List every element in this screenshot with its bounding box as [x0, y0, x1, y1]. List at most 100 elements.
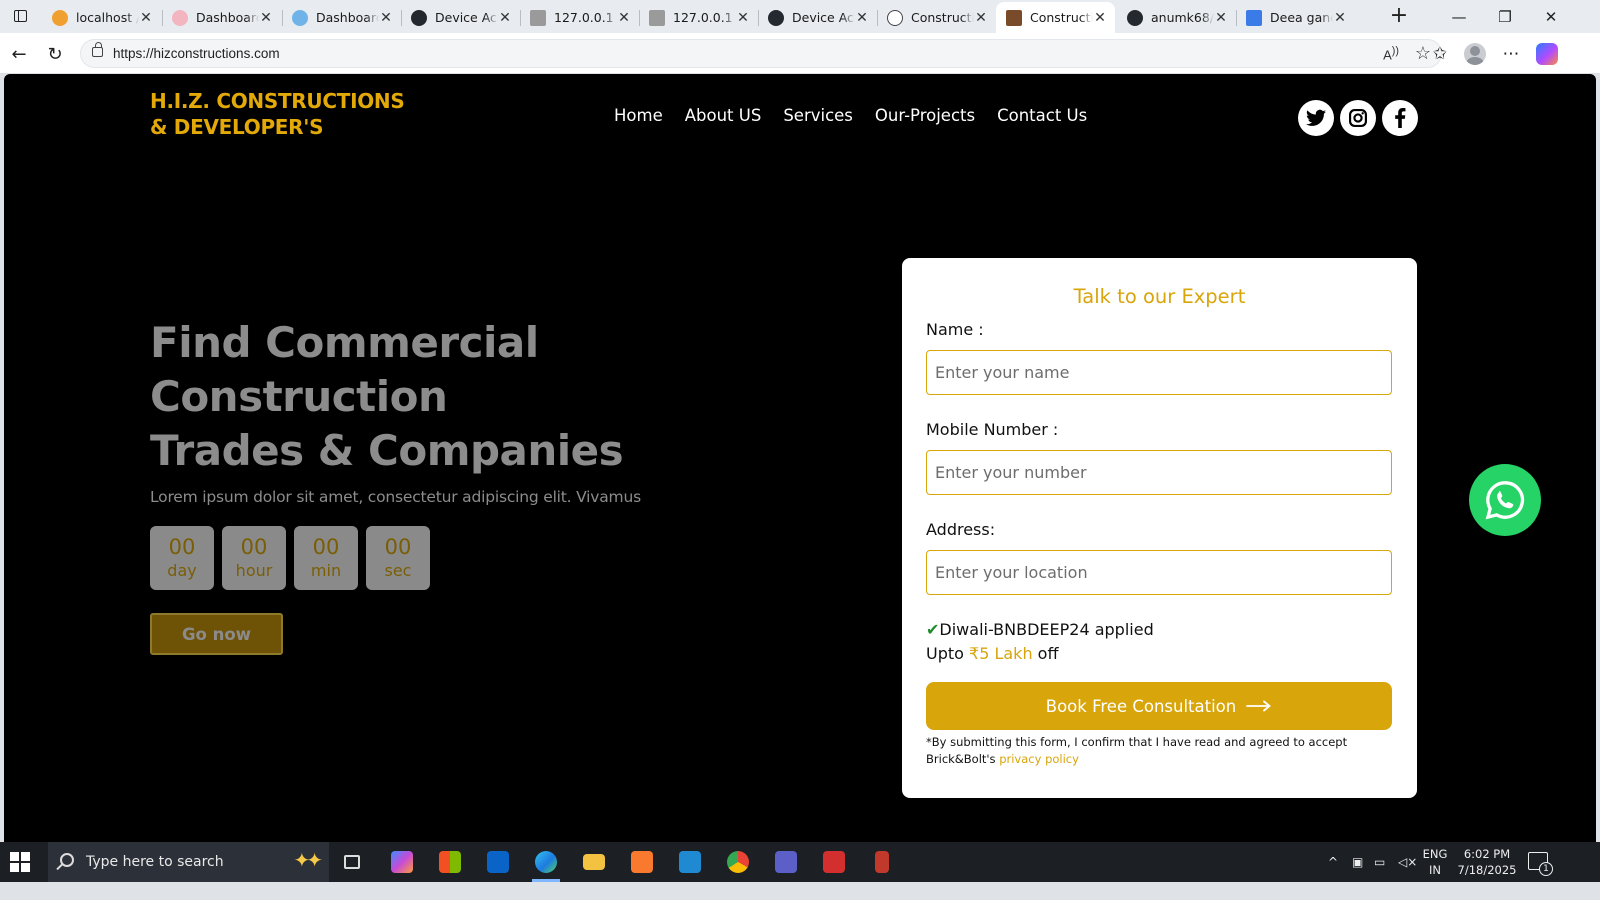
meet-now-icon[interactable]: ▣	[1352, 842, 1363, 882]
back-button[interactable]: ←	[6, 41, 32, 67]
taskbar-clock[interactable]: 6:02 PM 7/18/2025	[1456, 846, 1518, 878]
windows-taskbar: Type here to search ✦✦ ^ ▣ ▭ ◁× ENG IN 6…	[0, 842, 1600, 882]
hero-title-line: Find Commercial	[150, 318, 539, 367]
whatsapp-button[interactable]	[1469, 464, 1541, 536]
profile-button[interactable]	[1462, 41, 1488, 67]
close-icon[interactable]: ✕	[736, 10, 750, 26]
hero-title: Find Commercial Construction Trades & Co…	[150, 316, 624, 478]
privacy-policy-link[interactable]: privacy policy	[999, 752, 1079, 766]
close-window-button[interactable]: ✕	[1528, 0, 1574, 33]
vscode-icon[interactable]	[672, 846, 708, 878]
promo-amount: ₹5 Lakh	[969, 644, 1033, 663]
minimize-button[interactable]: —	[1436, 0, 1482, 33]
go-now-button[interactable]: Go now	[150, 613, 283, 655]
close-icon[interactable]: ✕	[259, 10, 273, 26]
twitter-icon[interactable]	[1298, 100, 1334, 136]
browser-tab[interactable]: localhost / ✕	[42, 2, 161, 33]
tab-title: Device Acti	[792, 10, 855, 25]
region-code: IN	[1429, 863, 1441, 877]
instagram-icon[interactable]	[1340, 100, 1376, 136]
volume-muted-icon[interactable]: ◁×	[1398, 842, 1417, 882]
filezilla-icon[interactable]	[864, 846, 900, 878]
office-app-icon[interactable]	[816, 846, 852, 878]
countdown-hour: 00 hour	[222, 526, 286, 590]
tab-title: Deea gand	[1270, 10, 1333, 25]
copilot-icon	[1536, 43, 1558, 65]
xampp-icon[interactable]	[624, 846, 660, 878]
refresh-button[interactable]: ↻	[42, 41, 68, 67]
favorites-icon[interactable]: ✩	[1427, 41, 1453, 67]
copilot-taskbar-icon[interactable]	[384, 846, 420, 878]
nav-home[interactable]: Home	[614, 106, 663, 125]
form-disclaimer: *By submitting this form, I confirm that…	[926, 734, 1396, 768]
close-icon[interactable]: ✕	[1214, 10, 1228, 26]
url-field[interactable]: https://hizconstructions.com A)) ☆	[80, 39, 1442, 68]
checkmark-icon: ✔	[926, 620, 940, 639]
nav-services[interactable]: Services	[783, 106, 853, 125]
teams-icon[interactable]	[768, 846, 804, 878]
read-aloud-icon[interactable]: A))	[1383, 45, 1399, 62]
nav-contact[interactable]: Contact Us	[997, 106, 1087, 125]
tab-actions-icon[interactable]	[8, 5, 32, 27]
language-indicator[interactable]: ENG IN	[1420, 846, 1450, 878]
close-icon[interactable]: ✕	[139, 10, 153, 26]
site-icon	[1006, 9, 1022, 26]
browser-tab[interactable]: 127.0.0.1 ✕	[520, 2, 639, 33]
lang-code: ENG	[1422, 847, 1448, 861]
countdown-value: 00	[312, 535, 340, 559]
task-view-icon[interactable]	[334, 846, 370, 878]
browser-tab[interactable]: Device Acti ✕	[401, 2, 520, 33]
nav-about[interactable]: About US	[685, 106, 762, 125]
tab-title: anumk68/c	[1151, 10, 1214, 25]
close-icon[interactable]: ✕	[855, 10, 869, 26]
restore-button[interactable]: ❐	[1482, 0, 1528, 33]
browser-tab[interactable]: Deea gand ✕	[1236, 2, 1355, 33]
address-input[interactable]	[926, 550, 1392, 595]
browser-tab[interactable]: Constructio ✕	[877, 2, 996, 33]
site-logo[interactable]: H.I.Z. CONSTRUCTIONS & DEVELOPER'S	[150, 88, 405, 140]
main-nav: Home About US Services Our-Projects Cont…	[614, 106, 1109, 125]
browser-tab[interactable]: Device Acti ✕	[758, 2, 877, 33]
taskbar-search[interactable]: Type here to search ✦✦	[48, 842, 329, 882]
book-consultation-button[interactable]: Book Free Consultation	[926, 682, 1392, 730]
browser-tab-active[interactable]: Constructio ✕	[996, 2, 1115, 33]
chrome-icon[interactable]	[720, 846, 756, 878]
close-icon[interactable]: ✕	[498, 10, 512, 26]
countdown-unit: min	[310, 561, 342, 580]
address-toolbar: ← ↻ https://hizconstructions.com A)) ☆ ✩…	[0, 33, 1600, 74]
name-input[interactable]	[926, 350, 1392, 395]
browser-tab[interactable]: 127.0.0.1 ✕	[639, 2, 758, 33]
store-icon[interactable]	[432, 846, 468, 878]
countdown-unit: day	[167, 561, 197, 580]
nav-projects[interactable]: Our-Projects	[875, 106, 975, 125]
close-icon[interactable]: ✕	[1333, 10, 1347, 26]
countdown-sec: 00 sec	[366, 526, 430, 590]
file-explorer-icon[interactable]	[576, 846, 612, 878]
facebook-icon[interactable]	[1382, 100, 1418, 136]
close-icon[interactable]: ✕	[617, 10, 631, 26]
browser-tab[interactable]: Dashboard ✕	[162, 2, 281, 33]
disclaimer-text: *By submitting this form, I confirm that…	[926, 735, 1348, 766]
browser-tab[interactable]: anumk68/c ✕	[1117, 2, 1236, 33]
docs-icon	[1246, 9, 1262, 26]
hero-subtitle: Lorem ipsum dolor sit amet, consectetur …	[150, 488, 641, 506]
countdown-value: 00	[384, 535, 412, 559]
copilot-button[interactable]	[1534, 41, 1560, 67]
more-menu-icon[interactable]: ⋯	[1498, 41, 1524, 67]
close-icon[interactable]: ✕	[1093, 10, 1107, 26]
avatar-icon	[1464, 43, 1486, 65]
countdown-unit: sec	[384, 561, 412, 580]
browser-tab[interactable]: Dashboard ✕	[282, 2, 401, 33]
windows-start-icon[interactable]	[10, 852, 30, 872]
show-hidden-icons-icon[interactable]: ^	[1328, 842, 1338, 882]
tab-title: Dashboard	[316, 10, 379, 25]
outlook-icon[interactable]	[480, 846, 516, 878]
edge-icon[interactable]	[528, 846, 564, 882]
new-tab-button[interactable]: +	[1386, 4, 1412, 30]
mobile-input[interactable]	[926, 450, 1392, 495]
network-icon[interactable]: ▭	[1374, 842, 1385, 882]
file-icon	[649, 9, 665, 26]
close-icon[interactable]: ✕	[379, 10, 393, 26]
close-icon[interactable]: ✕	[974, 10, 988, 26]
book-button-label: Book Free Consultation	[1045, 696, 1237, 716]
